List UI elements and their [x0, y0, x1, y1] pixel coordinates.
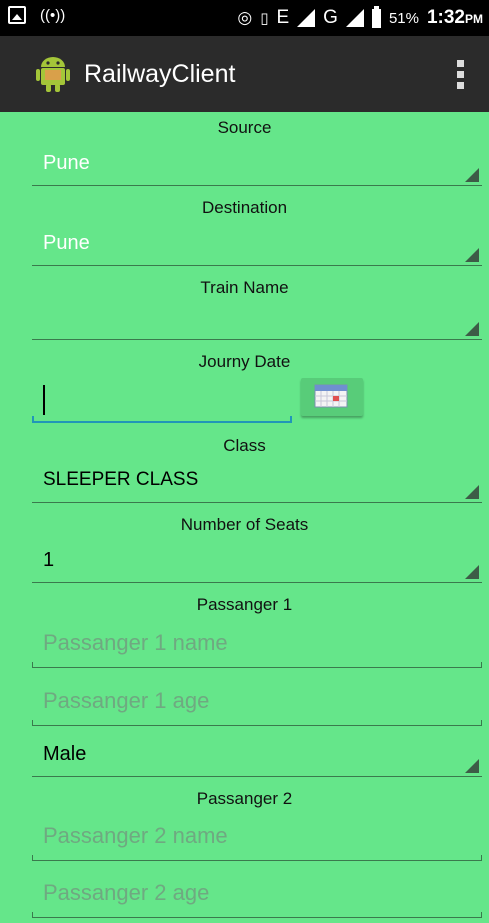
android-icon: [36, 57, 70, 92]
seats-underline: [32, 582, 482, 583]
passenger2-label: Passanger 2: [196, 789, 293, 808]
underline-tick: [32, 912, 33, 918]
underline-tick: [290, 416, 292, 423]
calendar-icon: [314, 384, 348, 408]
dropdown-arrow-icon: [465, 322, 479, 336]
class-underline: [32, 502, 482, 503]
passenger1-name-input[interactable]: Passanger 1 name: [32, 624, 482, 668]
passenger2-age-placeholder: Passanger 2 age: [43, 880, 210, 905]
class-value: SLEEPER CLASS: [43, 469, 199, 490]
passenger2-name-input[interactable]: Passanger 2 name: [32, 817, 482, 861]
overflow-menu-icon[interactable]: [455, 60, 465, 92]
class-label: Class: [223, 436, 266, 455]
action-bar: RailwayClient: [0, 36, 489, 112]
underline-tick: [32, 662, 33, 668]
network-type-label: E: [276, 7, 290, 28]
signal-icon: [297, 9, 316, 27]
battery-percent: 51%: [388, 9, 419, 27]
clock-time: 1:32: [426, 7, 465, 28]
passenger1-age-input[interactable]: Passanger 1 age: [32, 682, 482, 726]
underline-tick: [481, 912, 482, 918]
destination-underline: [32, 265, 482, 266]
destination-value: Pune: [43, 232, 90, 254]
journey-date-label: Journy Date: [198, 352, 291, 371]
journey-date-input[interactable]: [32, 379, 292, 423]
dropdown-arrow-icon: [465, 168, 479, 182]
passenger1-name-placeholder: Passanger 1 name: [43, 630, 228, 655]
passenger2-age-underline: [32, 917, 482, 918]
network-type-label-2: G: [323, 7, 338, 28]
passenger2-age-input[interactable]: Passanger 2 age: [32, 874, 482, 918]
image-notification-icon: [8, 6, 26, 24]
train-name-label: Train Name: [200, 278, 289, 297]
battery-icon: [371, 5, 381, 28]
seats-label: Number of Seats: [180, 515, 309, 534]
source-spinner[interactable]: Pune: [32, 146, 482, 186]
calendar-button[interactable]: [301, 378, 363, 416]
source-label: Source: [217, 118, 272, 137]
underline-tick: [32, 416, 34, 423]
clock-suffix: PM: [465, 12, 483, 26]
passenger2-name-placeholder: Passanger 2 name: [43, 823, 228, 848]
dropdown-arrow-icon: [465, 485, 479, 499]
passenger1-gender-value: Male: [43, 743, 87, 765]
passenger2-name-underline: [32, 860, 482, 861]
app-title: RailwayClient: [84, 60, 236, 88]
vibrate-icon: ▯: [260, 10, 269, 27]
underline-tick: [32, 855, 33, 861]
passenger1-gender-spinner[interactable]: Male: [32, 737, 482, 777]
clock: 1:32PM: [427, 7, 483, 29]
journey-date-underline: [32, 421, 292, 423]
dropdown-arrow-icon: [465, 565, 479, 579]
train-name-underline: [32, 339, 482, 340]
underline-tick: [481, 720, 482, 726]
status-bar: ((•)) ◎ ▯ E G 51% 1:32PM: [0, 0, 489, 36]
destination-spinner[interactable]: Pune: [32, 226, 482, 266]
underline-tick: [481, 662, 482, 668]
passenger1-gender-underline: [32, 776, 482, 777]
source-underline: [32, 185, 482, 186]
source-value: Pune: [43, 152, 90, 174]
seats-value: 1: [43, 549, 55, 571]
nfc-icon: ◎: [237, 8, 253, 27]
passenger1-age-placeholder: Passanger 1 age: [43, 688, 210, 713]
underline-tick: [32, 720, 33, 726]
class-spinner[interactable]: SLEEPER CLASS: [32, 463, 482, 503]
passenger1-label: Passanger 1: [196, 595, 293, 614]
text-cursor: [43, 385, 45, 415]
hotspot-icon: ((•)): [40, 6, 66, 24]
train-name-spinner[interactable]: [32, 300, 482, 340]
passenger1-age-underline: [32, 725, 482, 726]
underline-tick: [481, 855, 482, 861]
dropdown-arrow-icon: [465, 759, 479, 773]
seats-spinner[interactable]: 1: [32, 543, 482, 583]
dropdown-arrow-icon: [465, 248, 479, 262]
screen: ((•)) ◎ ▯ E G 51% 1:32PM RailwayClient S…: [0, 0, 489, 923]
passenger1-name-underline: [32, 667, 482, 668]
destination-label: Destination: [201, 198, 288, 217]
signal-icon-2: [345, 9, 364, 27]
